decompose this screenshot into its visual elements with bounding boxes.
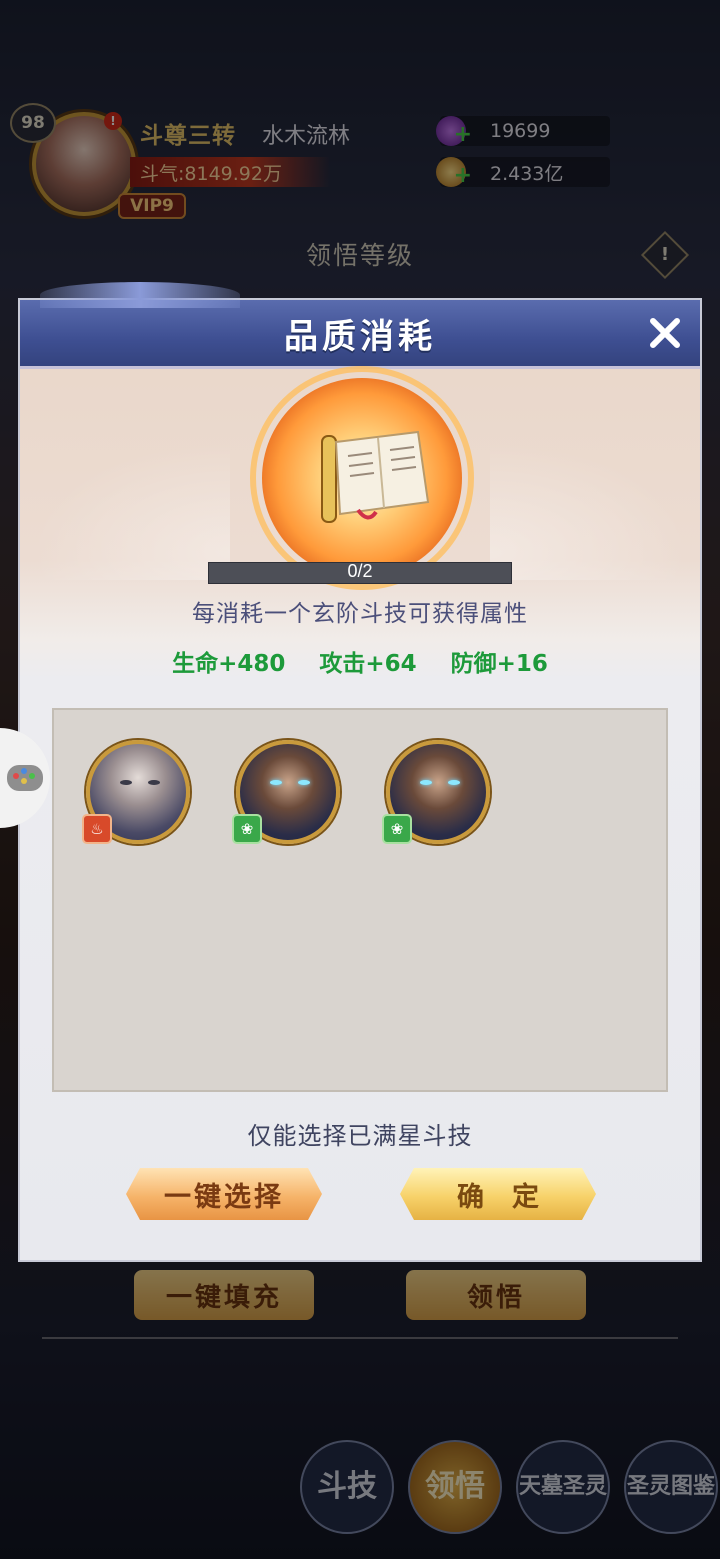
skill-scroll-icon bbox=[321, 430, 430, 523]
skill-selection-grid: ♨ ❀ ❀ bbox=[52, 708, 668, 1092]
gamepad-icon bbox=[7, 765, 43, 791]
attribute-bonus-row: 生命+480 攻击+64 防御+16 bbox=[20, 644, 700, 678]
stat-hp: 生命+480 bbox=[172, 651, 286, 677]
wing-decoration-right bbox=[490, 440, 690, 580]
stat-defense: 防御+16 bbox=[450, 651, 548, 677]
close-icon bbox=[650, 318, 680, 348]
wood-faction-icon: ❀ bbox=[232, 814, 262, 844]
close-button[interactable] bbox=[638, 308, 692, 358]
quality-consume-dialog: 品质消耗 0/2 每消耗一个玄阶斗技可获得属性 生命+480 攻击+64 防御+… bbox=[20, 282, 700, 1260]
consume-progress-bar: 0/2 bbox=[208, 561, 512, 584]
select-all-button[interactable]: 一键选择 bbox=[126, 1168, 322, 1220]
fire-faction-icon: ♨ bbox=[82, 814, 112, 844]
confirm-button[interactable]: 确定 bbox=[400, 1168, 596, 1220]
progress-text: 0/2 bbox=[347, 561, 373, 581]
consume-description: 每消耗一个玄阶斗技可获得属性 bbox=[192, 601, 528, 627]
wood-faction-icon: ❀ bbox=[382, 814, 412, 844]
selection-hint: 仅能选择已满星斗技 bbox=[247, 1122, 473, 1150]
wing-decoration-left bbox=[30, 440, 230, 580]
stat-attack: 攻击+64 bbox=[319, 651, 417, 677]
dialog-header: 品质消耗 bbox=[20, 282, 700, 369]
confirm-label: 确定 bbox=[457, 1181, 567, 1213]
dialog-title: 品质消耗 bbox=[284, 316, 436, 357]
header-cloud-decoration bbox=[40, 282, 240, 308]
